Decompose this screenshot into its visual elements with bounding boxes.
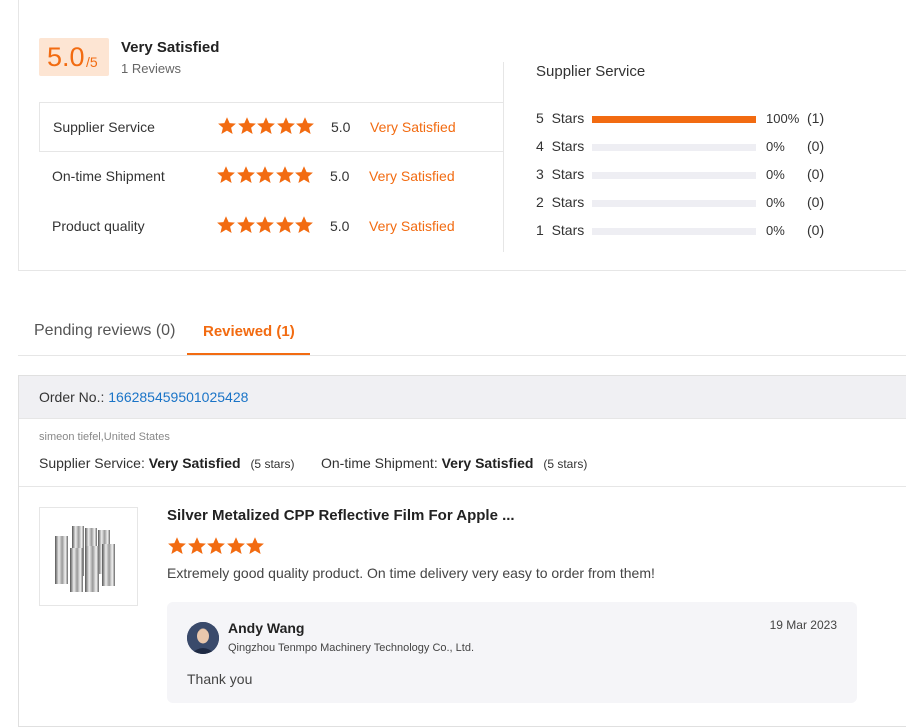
avatar: [187, 622, 219, 654]
distribution-bar-fill: [592, 116, 756, 123]
distribution-row: 1 Stars 0% (0): [536, 221, 856, 241]
rating-row-supplier-service[interactable]: Supplier Service 5.0 Very Satisfied: [39, 102, 504, 152]
distribution-percent: 0%: [766, 167, 785, 182]
tab-pending-reviews[interactable]: Pending reviews (0): [34, 322, 175, 340]
review-star-rating: [167, 536, 265, 561]
distribution-bar-track: [592, 144, 756, 151]
rating-row-verdict: Very Satisfied: [369, 218, 455, 234]
film-rolls-image: [55, 526, 115, 592]
star-icon: [245, 536, 265, 556]
rating-row-verdict: Very Satisfied: [370, 119, 456, 135]
supplier-service-value: Very Satisfied: [148, 455, 241, 471]
order-review-card: Order No.: 166285459501025428 simeon tie…: [18, 375, 906, 727]
star-icon: [255, 215, 275, 235]
distribution-title: Supplier Service: [536, 63, 646, 80]
shipment-stars: (5 stars): [543, 457, 588, 471]
distribution-row: 3 Stars 0% (0): [536, 165, 856, 185]
overall-score-badge: 5.0 /5: [39, 38, 109, 76]
rating-row-verdict: Very Satisfied: [369, 168, 455, 184]
star-icon: [275, 215, 295, 235]
distribution-label: 5 Stars: [536, 110, 585, 126]
shipment-value: Very Satisfied: [441, 455, 534, 471]
star-rating: [216, 215, 314, 237]
distribution-count: (0): [807, 222, 825, 238]
star-icon: [255, 165, 275, 185]
reply-text: Thank you: [187, 671, 253, 687]
overall-score: 5.0: [47, 42, 85, 72]
review-tabs: Pending reviews (0) Reviewed (1): [18, 310, 906, 356]
rating-row-label: Supplier Service: [53, 119, 155, 135]
star-icon: [275, 165, 295, 185]
star-icon: [187, 536, 207, 556]
distribution-percent: 100%: [766, 111, 800, 126]
distribution-bar-track: [592, 200, 756, 207]
distribution-count: (0): [807, 166, 825, 182]
distribution-percent: 0%: [766, 139, 785, 154]
star-icon: [294, 215, 314, 235]
distribution-bar-track: [592, 228, 756, 235]
shipment-rating: On-time Shipment: Very Satisfied (5 star…: [321, 455, 587, 471]
distribution-bar-track: [592, 116, 756, 123]
rating-row-product-quality[interactable]: Product quality 5.0 Very Satisfied: [39, 202, 504, 252]
star-icon: [216, 215, 236, 235]
distribution-label: 1 Stars: [536, 222, 585, 238]
reply-date: 19 Mar 2023: [769, 618, 837, 632]
product-thumbnail[interactable]: [39, 507, 138, 606]
distribution-label: 3 Stars: [536, 166, 585, 182]
order-number-label: Order No.:: [39, 389, 105, 405]
star-rating: [217, 116, 315, 138]
distribution-row: 2 Stars 0% (0): [536, 193, 856, 213]
rating-row-label: On-time Shipment: [52, 168, 165, 184]
rating-row-score: 5.0: [330, 168, 350, 184]
distribution-bar-track: [592, 172, 756, 179]
star-icon: [276, 116, 296, 136]
star-rating: [216, 165, 314, 187]
star-icon: [294, 165, 314, 185]
star-icon: [167, 536, 187, 556]
tab-reviewed[interactable]: Reviewed (1): [203, 323, 295, 340]
overall-verdict: Very Satisfied: [121, 39, 220, 56]
star-icon: [217, 116, 237, 136]
distribution-label: 2 Stars: [536, 194, 585, 210]
star-icon: [226, 536, 246, 556]
review-count: 1 Reviews: [121, 61, 181, 76]
distribution-row: 5 Stars 100% (1): [536, 109, 856, 129]
star-icon: [237, 116, 257, 136]
rating-row-on-time-shipment[interactable]: On-time Shipment 5.0 Very Satisfied: [39, 152, 504, 202]
replier-company: Qingzhou Tenmpo Machinery Technology Co.…: [228, 642, 475, 654]
distribution-count: (1): [807, 110, 825, 126]
overall-score-denominator: /5: [86, 54, 98, 70]
supplier-service-stars: (5 stars): [250, 457, 295, 471]
star-icon: [295, 116, 315, 136]
rating-row-label: Product quality: [52, 218, 145, 234]
section-divider: [19, 486, 906, 487]
distribution-count: (0): [807, 138, 825, 154]
review-text: Extremely good quality product. On time …: [167, 565, 655, 581]
active-tab-indicator: [187, 353, 310, 355]
distribution-label: 4 Stars: [536, 138, 585, 154]
star-icon: [256, 116, 276, 136]
distribution-percent: 0%: [766, 223, 785, 238]
star-icon: [236, 165, 256, 185]
rating-row-score: 5.0: [330, 218, 350, 234]
supplier-reply: Andy Wang Qingzhou Tenmpo Machinery Tech…: [167, 602, 857, 703]
supplier-service-rating: Supplier Service: Very Satisfied (5 star…: [39, 455, 294, 471]
person-avatar-icon: [187, 622, 219, 654]
star-icon: [236, 215, 256, 235]
rating-row-score: 5.0: [331, 119, 351, 135]
replier-name: Andy Wang: [228, 620, 305, 636]
product-title[interactable]: Silver Metalized CPP Reflective Film For…: [167, 507, 515, 524]
star-icon: [206, 536, 226, 556]
summary-divider: [503, 62, 504, 252]
order-number-link[interactable]: 166285459501025428: [108, 389, 248, 405]
order-number: Order No.: 166285459501025428: [39, 389, 248, 405]
distribution-count: (0): [807, 194, 825, 210]
distribution-row: 4 Stars 0% (0): [536, 137, 856, 157]
distribution-percent: 0%: [766, 195, 785, 210]
order-header: Order No.: 166285459501025428: [19, 376, 906, 419]
star-icon: [216, 165, 236, 185]
shipment-label: On-time Shipment:: [321, 455, 438, 471]
reviewer-info: simeon tiefel,United States: [39, 431, 170, 443]
supplier-service-label: Supplier Service:: [39, 455, 145, 471]
